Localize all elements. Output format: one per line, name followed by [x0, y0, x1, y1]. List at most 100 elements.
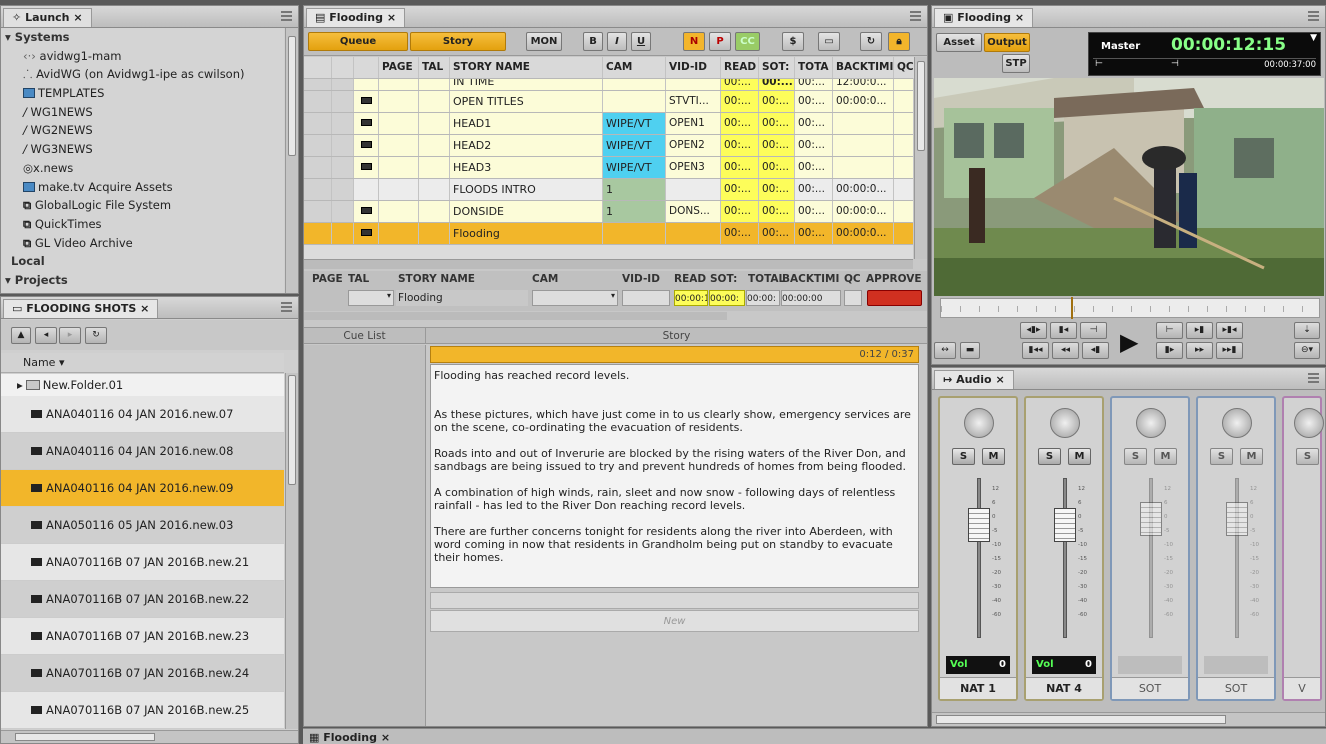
tree-item[interactable]: ⸫ AvidWG (on Avidwg1-ipe as cwilson)	[1, 65, 284, 84]
settings-icon[interactable]: ⊖▾	[1294, 342, 1320, 359]
display-icon[interactable]: ▭	[818, 32, 840, 51]
cc-button[interactable]: CC	[735, 32, 760, 51]
bin-hscroll[interactable]	[1, 730, 298, 743]
rundown-row[interactable]: IN TIME 00:... 00:... 00:... 12:00:0...	[304, 79, 915, 91]
end-button[interactable]: ▸▸▮	[1216, 342, 1243, 359]
tree-item-systems[interactable]: ▾ Systems	[1, 28, 284, 47]
grid-scrollbar[interactable]	[914, 57, 927, 259]
col-backtime[interactable]: BACKTIMI	[833, 57, 894, 78]
output-button[interactable]: Output	[984, 33, 1030, 52]
close-icon[interactable]: ×	[140, 302, 149, 315]
back-button[interactable]: ◂	[35, 327, 57, 344]
panel-menu-icon[interactable]	[281, 11, 292, 21]
go-to-start-icon[interactable]: ▮◂	[1050, 322, 1077, 339]
volume-fader[interactable]	[1140, 478, 1162, 638]
mark-clip-button[interactable]: ▮◂◂	[1022, 342, 1049, 359]
step-back-button[interactable]: ◂▮	[1082, 342, 1109, 359]
mark-out-button[interactable]: ⊢	[1156, 322, 1183, 339]
pan-knob[interactable]	[1050, 408, 1080, 438]
bin-item[interactable]: ANA070116B 07 JAN 2016B.new.22	[1, 581, 284, 618]
step-forward-button[interactable]: ▮▸	[1156, 342, 1183, 359]
step-back-icon[interactable]: ◂▮▸	[1020, 322, 1047, 339]
tab-flooding-rundown[interactable]: ▤ Flooding ×	[306, 8, 406, 27]
tab-flooding-shots[interactable]: ▭ FLOODING SHOTS ×	[3, 299, 159, 318]
story-text-area[interactable]: Flooding has reached record levels. As t…	[430, 364, 919, 588]
tree-item[interactable]: ⧉ GL Video Archive	[1, 234, 284, 253]
story-label[interactable]: Story	[426, 328, 927, 344]
fader-handle[interactable]	[968, 508, 990, 542]
bin-item[interactable]: ANA050116 05 JAN 2016.new.03	[1, 507, 284, 544]
solo-button[interactable]: S	[1038, 448, 1061, 465]
go-to-end-icon[interactable]: ▸▮	[1186, 322, 1213, 339]
col-vid-id[interactable]: VID-ID	[666, 57, 721, 78]
col-tal[interactable]: TAL	[419, 57, 450, 78]
col-read[interactable]: READ	[721, 57, 759, 78]
bin-item[interactable]: ANA070116B 07 JAN 2016B.new.23	[1, 618, 284, 655]
col-qc[interactable]: QC	[894, 57, 915, 78]
step-forward-icon[interactable]: ▸▮◂	[1216, 322, 1243, 339]
audio-out-icon[interactable]: ⇣	[1294, 322, 1320, 339]
col-sot[interactable]: SOT:	[759, 57, 795, 78]
tab-flooding-bottom[interactable]: ▦ Flooding ×	[309, 731, 390, 744]
rundown-row[interactable]: OPEN TITLES STVTI... 00:... 00:... 00:... 00:…	[304, 91, 915, 113]
fader-handle[interactable]	[1054, 508, 1076, 542]
col-page[interactable]: PAGE	[379, 57, 419, 78]
tab-flooding-monitor[interactable]: ▣ Flooding ×	[934, 8, 1034, 27]
volume-fader[interactable]	[1226, 478, 1248, 638]
timeline-scrubber[interactable]	[940, 297, 1320, 319]
close-icon[interactable]: ×	[387, 11, 396, 24]
tree-item[interactable]: / WG1NEWS	[1, 103, 284, 122]
tree-item[interactable]: ⧉ GlobalLogic File System	[1, 196, 284, 215]
bin-item[interactable]: ANA070116B 07 JAN 2016B.new.21	[1, 544, 284, 581]
asset-button[interactable]: Asset	[936, 33, 982, 52]
refresh-icon[interactable]: ↻	[85, 327, 107, 344]
bin-item[interactable]: ANA040116 04 JAN 2016.new.07	[1, 396, 284, 433]
volume-fader[interactable]	[1054, 478, 1076, 638]
cue-list-label[interactable]: Cue List	[304, 328, 426, 344]
close-icon[interactable]: ×	[381, 731, 390, 744]
scroll-thumb[interactable]	[288, 36, 296, 156]
dropdown-icon[interactable]: ▼	[1310, 33, 1317, 43]
fader-handle[interactable]	[1226, 502, 1248, 536]
tree-item[interactable]: / WG3NEWS	[1, 140, 284, 159]
queue-button[interactable]: Queue	[308, 32, 408, 51]
mon-button[interactable]: MON	[526, 32, 562, 51]
stp-button[interactable]: STP	[1002, 54, 1030, 73]
bin-scrollbar[interactable]	[285, 373, 298, 729]
mute-button[interactable]: M	[1240, 448, 1263, 465]
tree-item[interactable]: / WG2NEWS	[1, 121, 284, 140]
bin-item[interactable]: ANA040116 04 JAN 2016.new.08	[1, 433, 284, 470]
volume-fader[interactable]	[968, 478, 990, 638]
rundown-row[interactable]: HEAD1 WIPE/VT OPEN1 00:... 00:... 00:...	[304, 113, 915, 135]
tab-audio[interactable]: ↦ Audio ×	[934, 370, 1014, 389]
pan-knob[interactable]	[1222, 408, 1252, 438]
panel-menu-icon[interactable]	[281, 302, 292, 312]
solo-button[interactable]: S	[1210, 448, 1233, 465]
scroll-thumb[interactable]	[917, 61, 925, 151]
scroll-thumb[interactable]	[936, 715, 1226, 724]
col-story-name[interactable]: STORY NAME	[450, 57, 603, 78]
form-hscroll[interactable]	[304, 312, 727, 320]
story-divider[interactable]	[430, 592, 919, 609]
panel-menu-icon[interactable]	[1308, 373, 1319, 383]
scroll-thumb[interactable]	[15, 733, 155, 741]
folder-row[interactable]: ▸ New.Folder.01	[1, 374, 284, 396]
italic-button[interactable]: I	[607, 32, 627, 51]
close-icon[interactable]: ×	[1015, 11, 1024, 24]
col-cam[interactable]: CAM	[603, 57, 666, 78]
tab-launch[interactable]: ✧ Launch ×	[3, 8, 92, 27]
p-button[interactable]: P	[709, 32, 731, 51]
tree-item-projects[interactable]: ▾ Projects	[1, 271, 284, 290]
underline-button[interactable]: U	[631, 32, 651, 51]
qc-field[interactable]	[844, 290, 862, 306]
play-button[interactable]: ▶	[1120, 328, 1138, 356]
audio-hscroll[interactable]	[932, 712, 1325, 726]
solo-button[interactable]: S	[1296, 448, 1319, 465]
tree-item[interactable]: ‹·› avidwg1-mam	[1, 47, 284, 66]
rundown-row[interactable]: HEAD2 WIPE/VT OPEN2 00:... 00:... 00:...	[304, 135, 915, 157]
bin-item[interactable]: ANA040116 04 JAN 2016.new.09	[1, 470, 284, 507]
sot-field[interactable]: 00:00:	[709, 290, 745, 306]
up-button[interactable]: ▲	[11, 327, 31, 344]
read-field[interactable]: 00:00:1	[674, 290, 708, 306]
fader-handle[interactable]	[1140, 502, 1162, 536]
